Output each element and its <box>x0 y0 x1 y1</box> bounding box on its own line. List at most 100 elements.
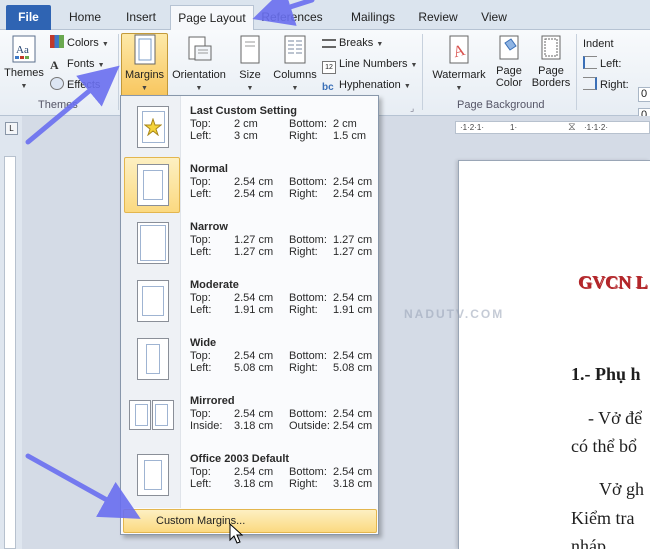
tab-page-layout[interactable]: Page Layout <box>170 5 254 31</box>
breaks-button[interactable]: Breaks ▼ <box>322 34 383 52</box>
orientation-button[interactable]: Orientation ▼ <box>170 34 228 95</box>
group-divider <box>118 34 119 110</box>
ruler-tick: ·1·1·2· <box>584 123 609 132</box>
margin-option-label: Bottom: <box>289 350 327 362</box>
page-background-group-label: Page Background <box>457 99 545 111</box>
orientation-label: Orientation <box>172 69 226 81</box>
page-color-button[interactable]: Page Color <box>491 34 527 89</box>
margin-option-value: 1.91 cm <box>234 304 274 316</box>
margin-option-label: Left: <box>190 188 212 200</box>
margin-option-mirrored[interactable]: Mirrored Top: 2.54 cm Bottom: 2.54 cm In… <box>123 389 377 445</box>
tab-file[interactable]: File <box>6 5 51 30</box>
hyphenation-label: Hyphenation <box>339 79 401 91</box>
margin-option-label: Right: <box>289 188 318 200</box>
indent-left-row: Left: <box>583 55 621 73</box>
vertical-ruler <box>0 116 22 549</box>
colors-button[interactable]: Colors ▼ <box>50 34 109 52</box>
fonts-label: Fonts <box>67 58 95 70</box>
page-icon <box>137 222 169 264</box>
chevron-down-icon: ▼ <box>410 62 418 69</box>
chevron-down-icon: ▼ <box>376 41 384 48</box>
indent-right-icon <box>583 77 597 90</box>
page-borders-icon <box>541 35 561 60</box>
page-borders-label: Page Borders <box>531 65 571 89</box>
page-icon <box>137 280 169 322</box>
columns-button[interactable]: Columns ▼ <box>270 34 320 95</box>
tab-view[interactable]: View <box>470 5 518 30</box>
margin-thumb-frame <box>124 157 180 213</box>
margin-option-narrow[interactable]: Narrow Top: 1.27 cm Bottom: 1.27 cm Left… <box>123 215 377 271</box>
indent-left-label: Left: <box>600 58 622 70</box>
effects-icon <box>50 77 64 90</box>
margin-option-label: Inside: <box>190 420 223 432</box>
ruler-tick: 1· <box>510 123 518 132</box>
margin-thumb-frame <box>124 99 180 155</box>
margin-option-wide[interactable]: Wide Top: 2.54 cm Bottom: 2.54 cm Left: … <box>123 331 377 387</box>
margin-option-title: Normal <box>190 163 228 175</box>
margin-option-title: Wide <box>190 337 217 349</box>
margins-icon <box>134 34 155 65</box>
effects-button[interactable]: Effects <box>50 76 120 94</box>
hyphenation-button[interactable]: bc Hyphenation ▼ <box>322 76 411 94</box>
margin-option-label: Top: <box>190 350 211 362</box>
margin-thumb-frame <box>124 215 180 271</box>
group-divider <box>576 34 577 110</box>
custom-margins-button[interactable]: Custom Margins... <box>123 509 377 533</box>
margin-option-title: Office 2003 Default <box>190 453 290 465</box>
margin-option-value: 3 cm <box>234 130 258 142</box>
indent-right-row: Right: <box>583 76 629 94</box>
margin-option-label: Top: <box>190 118 211 130</box>
themes-icon: Aa <box>12 35 36 63</box>
margin-option-value: 2.54 cm <box>333 408 373 420</box>
indent-label: Indent <box>583 38 614 50</box>
margin-option-value: 1.27 cm <box>333 234 373 246</box>
fonts-button[interactable]: A Fonts ▼ <box>50 55 105 73</box>
page-icon <box>137 454 169 496</box>
document-page[interactable]: GVCN L <box>458 160 650 549</box>
margin-option-normal[interactable]: Normal Top: 2.54 cm Bottom: 2.54 cm Left… <box>123 157 377 213</box>
indent-marker-icon[interactable]: ⧖ <box>568 121 576 134</box>
tab-home[interactable]: Home <box>60 5 110 30</box>
tab-references[interactable]: References <box>258 5 338 30</box>
margin-option-value: 1.5 cm <box>333 130 367 142</box>
breaks-label: Breaks <box>339 37 374 49</box>
indent-left-icon <box>583 56 597 69</box>
margin-option-value: 5.08 cm <box>234 362 274 374</box>
chevron-down-icon: ▼ <box>141 85 148 92</box>
margin-option-moderate[interactable]: Moderate Top: 2.54 cm Bottom: 2.54 cm Le… <box>123 273 377 329</box>
chevron-down-icon: ▼ <box>195 85 203 92</box>
tab-selector-button[interactable]: L <box>5 122 18 135</box>
page-color-icon <box>499 35 519 60</box>
margin-option-value: 1.27 cm <box>234 246 274 258</box>
tab-mailings[interactable]: Mailings <box>343 5 403 30</box>
page-setup-dialog-launcher[interactable]: ⌟ <box>410 99 414 117</box>
margins-button[interactable]: Margins ▼ <box>121 34 168 95</box>
margin-option-value: 2.54 cm <box>234 350 274 362</box>
size-icon <box>240 35 260 64</box>
watermark-text: NADUTV.COM <box>404 307 505 321</box>
margin-option-value: 1.27 cm <box>234 234 274 246</box>
margin-option-value: 3.18 cm <box>333 478 373 490</box>
margin-option-office-2003-default[interactable]: Office 2003 Default Top: 2.54 cm Bottom:… <box>123 447 377 503</box>
margin-option-value: 2.54 cm <box>333 350 373 362</box>
tab-insert[interactable]: Insert <box>116 5 166 30</box>
hyphenation-icon: bc <box>322 82 334 93</box>
margin-option-value: 5.08 cm <box>333 362 373 374</box>
fonts-icon: A <box>50 58 59 72</box>
line-numbers-button[interactable]: 12 Line Numbers ▼ <box>322 55 418 74</box>
columns-icon <box>284 35 306 64</box>
tab-review[interactable]: Review <box>412 5 464 30</box>
watermark-button[interactable]: A Watermark ▼ <box>428 34 490 95</box>
margin-option-label: Bottom: <box>289 176 327 188</box>
margin-option-value: 3.18 cm <box>234 478 274 490</box>
margin-option-label: Top: <box>190 176 211 188</box>
indent-left-input[interactable]: 0 <box>638 87 650 102</box>
margin-option-value: 2.54 cm <box>333 466 373 478</box>
themes-button[interactable]: Aa Themes ▼ <box>4 34 44 93</box>
size-button[interactable]: Size ▼ <box>232 34 268 95</box>
page-borders-button[interactable]: Page Borders <box>530 34 572 89</box>
margin-option-label: Left: <box>190 362 212 374</box>
margin-option-last-custom[interactable]: Last Custom Setting Top: 2 cm Bottom: 2 … <box>123 99 377 155</box>
margins-dropdown-menu: Last Custom Setting Top: 2 cm Bottom: 2 … <box>120 95 379 535</box>
mirrored-pages-icon <box>152 400 174 430</box>
